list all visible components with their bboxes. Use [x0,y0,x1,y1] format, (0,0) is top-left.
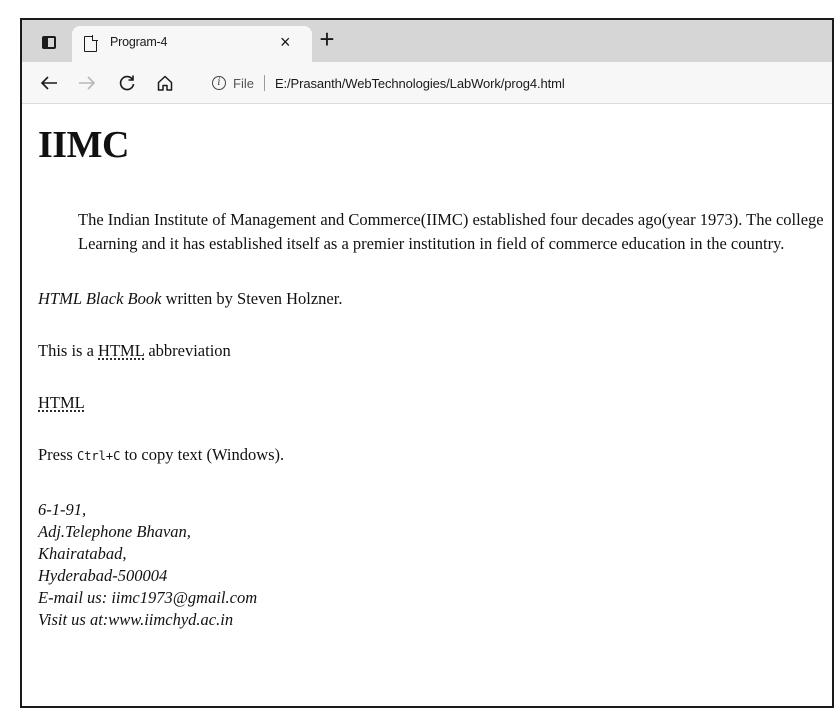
blockquote: The Indian Institute of Management and C… [78,208,832,256]
tab-strip: Program-4 × + [22,20,832,62]
abbr-suffix: abbreviation [144,341,231,360]
page-heading: IIMC [38,124,129,166]
page-content: IIMC The Indian Institute of Management … [22,105,832,706]
address-url[interactable]: E:/Prasanth/WebTechnologies/LabWork/prog… [275,76,565,91]
address-line: Adj.Telephone Bhavan, [38,522,191,541]
tab-close-button[interactable]: × [280,32,291,52]
abbr-paragraph: This is a HTML abbreviation [38,341,231,361]
press-prefix: Press [38,445,77,464]
address-line: Khairatabad, [38,544,127,563]
address-bar[interactable]: i File E:/Prasanth/WebTechnologies/LabWo… [212,70,812,96]
info-icon[interactable]: i [212,76,226,90]
tab-program-4[interactable]: Program-4 × [72,26,312,62]
browser-window: Program-4 × + i File E:/Prasanth/WebTech… [20,18,834,708]
abbr-prefix: This is a [38,341,99,360]
book-author-text: written by Steven Holzner. [161,289,343,308]
address-line: 6-1-91, [38,500,87,519]
blockquote-line-2: Learning and it has established itself a… [78,234,785,253]
abbr-html[interactable]: HTML [98,341,144,360]
address-website-line: Visit us at:www.iimchyd.ac.in [38,610,234,629]
page-icon [84,35,98,52]
blockquote-line-1: The Indian Institute of Management and C… [78,210,824,229]
new-tab-button[interactable]: + [312,24,342,54]
home-icon[interactable] [150,68,180,98]
tab-actions-icon[interactable] [34,28,64,56]
address-line: Hyderabad-500004 [38,566,168,585]
back-arrow-icon[interactable] [34,68,64,98]
refresh-icon[interactable] [112,68,142,98]
contact-address: 6-1-91, Adj.Telephone Bhavan, Khairataba… [38,499,257,631]
browser-toolbar: i File E:/Prasanth/WebTechnologies/LabWo… [22,62,832,104]
tab-title: Program-4 [110,35,168,49]
kbd-ctrl-c: Ctrl+C [76,449,121,463]
standalone-abbr-paragraph: HTML [38,393,85,413]
book-title: HTML Black Book [38,289,162,308]
book-paragraph: HTML Black Book written by Steven Holzne… [38,289,342,309]
address-email-line: E-mail us: iimc1973@gmail.com [38,588,258,607]
address-label: File [233,75,254,91]
address-separator [263,75,265,91]
forward-arrow-icon[interactable] [72,68,102,98]
standalone-abbr-html[interactable]: HTML [38,393,85,412]
press-suffix: to copy text (Windows). [120,445,285,464]
kbd-paragraph: Press Ctrl+C to copy text (Windows). [38,445,284,465]
